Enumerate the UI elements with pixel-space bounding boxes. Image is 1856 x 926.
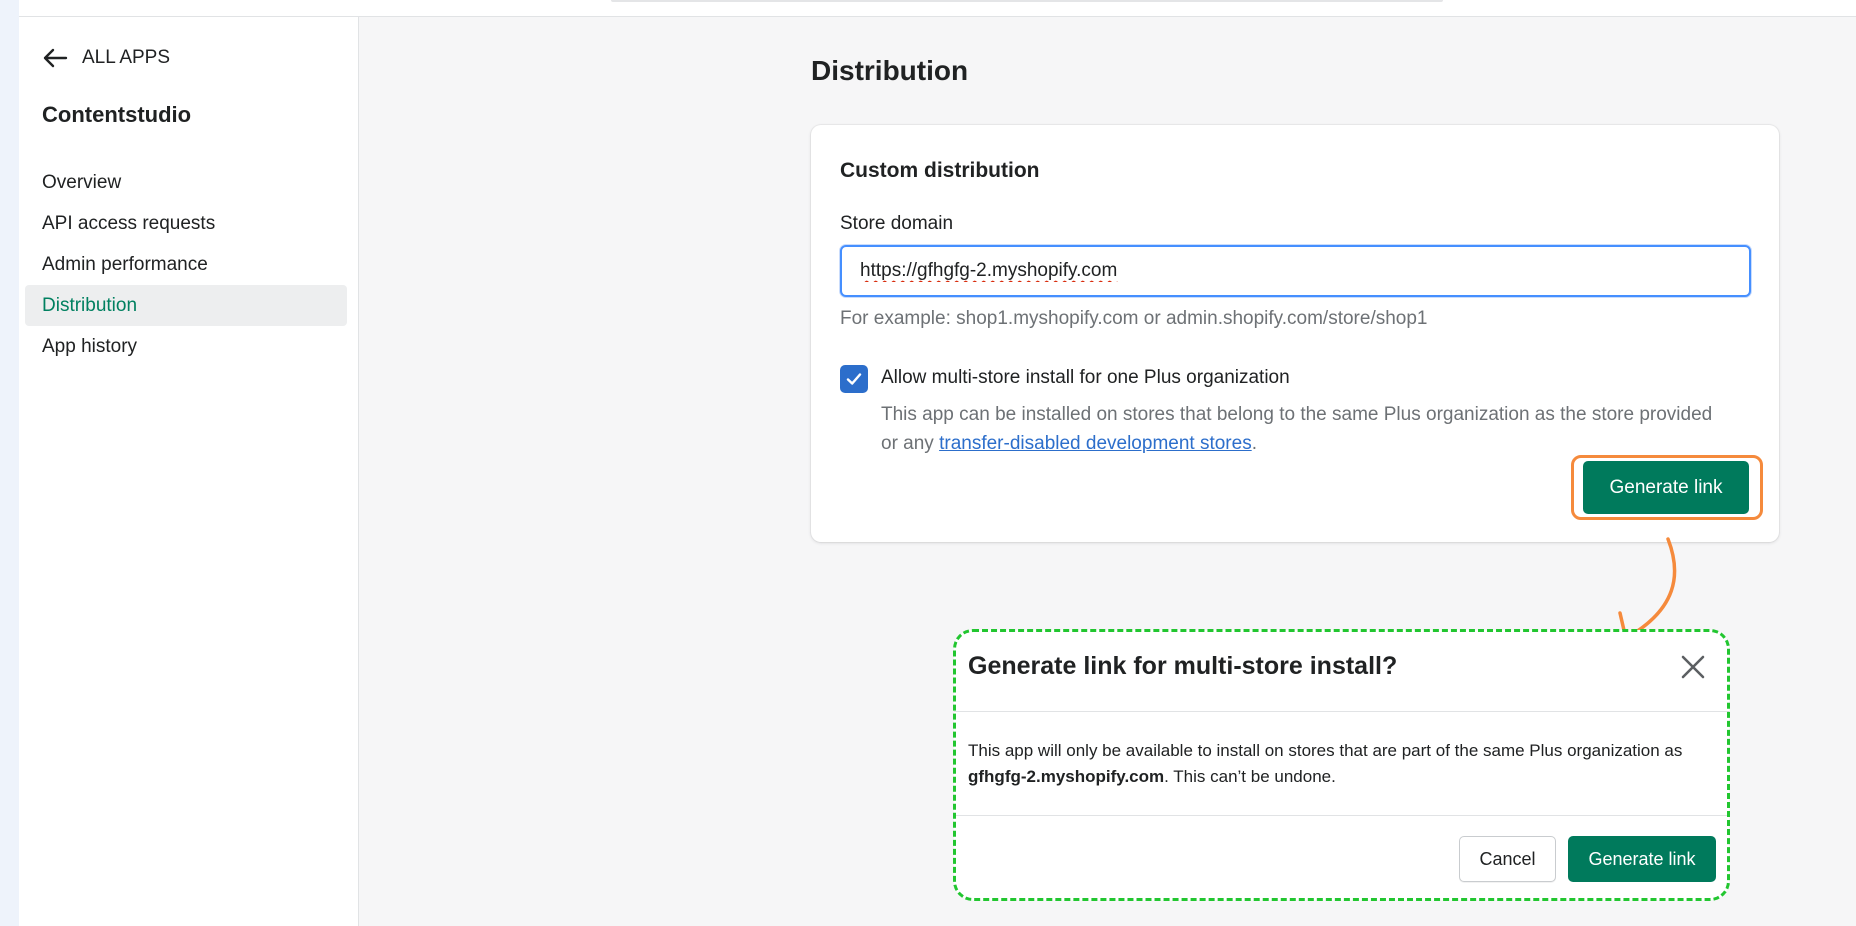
page-title: Distribution: [811, 55, 969, 86]
generate-link-modal: Generate link for multi-store install? T…: [954, 630, 1729, 900]
arrow-left-icon: [43, 48, 68, 68]
window-left-edge: [0, 0, 19, 926]
top-bar: [19, 0, 1856, 17]
sidebar-item-overview[interactable]: Overview: [25, 162, 347, 203]
store-domain-help-text: For example: shop1.myshopify.com or admi…: [840, 308, 1428, 329]
close-icon: [1681, 655, 1705, 679]
multi-store-description-end: .: [1251, 433, 1257, 454]
multi-store-checkbox-label[interactable]: Allow multi-store install for one Plus o…: [881, 367, 1290, 389]
custom-distribution-card: Custom distribution Store domain For exa…: [811, 125, 1779, 542]
modal-title: Generate link for multi-store install?: [968, 652, 1398, 680]
generate-link-button[interactable]: Generate link: [1583, 461, 1749, 514]
modal-body-store: gfhgfg-2.myshopify.com: [968, 767, 1165, 786]
multi-store-checkbox[interactable]: [840, 365, 868, 393]
all-apps-label: ALL APPS: [82, 47, 171, 68]
store-domain-label: Store domain: [840, 213, 954, 234]
modal-body-end: . This can’t be undone.: [1164, 767, 1336, 786]
modal-divider: [954, 711, 1729, 712]
sidebar-item-api-access-requests[interactable]: API access requests: [25, 203, 347, 244]
all-apps-back-link[interactable]: ALL APPS: [42, 47, 170, 69]
checkmark-icon: [846, 373, 862, 385]
store-domain-input[interactable]: [840, 245, 1751, 297]
sidebar: ALL APPS Contentstudio Overview API acce…: [19, 17, 359, 926]
modal-close-button[interactable]: [1678, 652, 1708, 682]
sidebar-nav: Overview API access requests Admin perfo…: [25, 162, 347, 367]
modal-body-text: This app will only be available to insta…: [968, 741, 1683, 760]
confirm-generate-link-button[interactable]: Generate link: [1568, 836, 1716, 882]
search-bar-edge[interactable]: [611, 0, 1443, 2]
transfer-disabled-stores-link[interactable]: transfer-disabled development stores: [939, 433, 1252, 454]
multi-store-description: This app can be installed on stores that…: [881, 400, 1731, 458]
modal-footer-divider: [954, 815, 1729, 816]
app-name: Contentstudio: [42, 102, 192, 127]
sidebar-item-admin-performance[interactable]: Admin performance: [25, 244, 347, 285]
modal-body: This app will only be available to insta…: [968, 738, 1713, 790]
sidebar-item-app-history[interactable]: App history: [25, 326, 347, 367]
card-title: Custom distribution: [840, 159, 1040, 182]
cancel-button[interactable]: Cancel: [1459, 836, 1556, 882]
sidebar-item-distribution[interactable]: Distribution: [25, 285, 347, 326]
